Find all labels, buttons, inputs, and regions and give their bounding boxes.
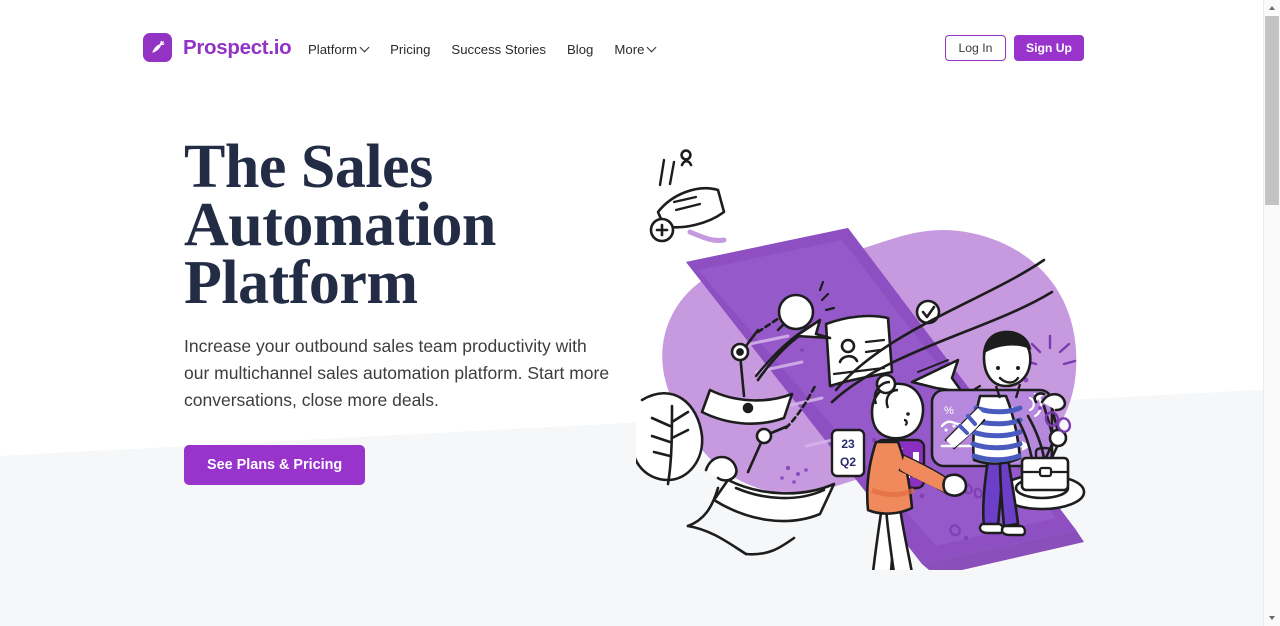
scroll-up-button[interactable] [1264,0,1280,16]
flying-document-icon [649,149,727,243]
chevron-down-icon [361,44,369,52]
nav-label-blog: Blog [566,42,594,57]
carrot-icon [143,33,172,62]
calendar-quarter-label: Q2 [840,455,856,469]
calendar-card: 23 Q2 [830,428,866,478]
auth-actions: Log In Sign Up [944,35,1084,61]
see-plans-and-pricing-button[interactable]: See Plans & Pricing [184,445,366,485]
nav-item-platform[interactable]: Platform [308,40,369,59]
brand-logo-link[interactable]: Prospect.io [143,33,292,62]
brand-name: Prospect.io [183,35,292,59]
nav-label-pricing: Pricing [390,42,431,57]
hero-illustration: 23 Q2 % [636,140,1096,570]
chevron-down-icon [648,44,656,52]
hero-title-line-3: Platform [184,249,418,317]
scroll-down-arrow-icon [1269,616,1275,620]
nav-item-blog[interactable]: Blog [567,40,593,59]
log-in-button[interactable]: Log In [944,35,1006,61]
browser-viewport: Prospect.io Platform Pricing Success Sto… [0,0,1263,626]
nav-label-platform: Platform [308,42,358,57]
main-navigation: Platform Pricing Success Stories Blog Mo… [308,40,656,59]
sign-up-button[interactable]: Sign Up [1013,35,1084,61]
calendar-year-label: 23 [841,437,855,451]
page-root: Prospect.io Platform Pricing Success Sto… [0,0,1280,626]
nav-label-more: More [614,42,645,57]
vertical-scrollbar[interactable] [1263,0,1280,626]
hero-section: The Sales Automation Platform Increase y… [184,136,654,485]
nav-item-more[interactable]: More [614,40,656,59]
scrollbar-thumb[interactable] [1265,16,1279,205]
nav-item-pricing[interactable]: Pricing [390,40,430,59]
site-header: Prospect.io Platform Pricing Success Sto… [0,0,1263,96]
nav-label-success-stories: Success Stories [451,42,546,57]
nav-item-success-stories[interactable]: Success Stories [451,40,546,59]
scroll-up-arrow-icon [1269,6,1275,10]
screen-percent-label: % [944,405,954,417]
page-title: The Sales Automation Platform [184,136,654,314]
hero-subtitle: Increase your outbound sales team produc… [184,336,610,410]
scroll-down-button[interactable] [1264,610,1280,626]
